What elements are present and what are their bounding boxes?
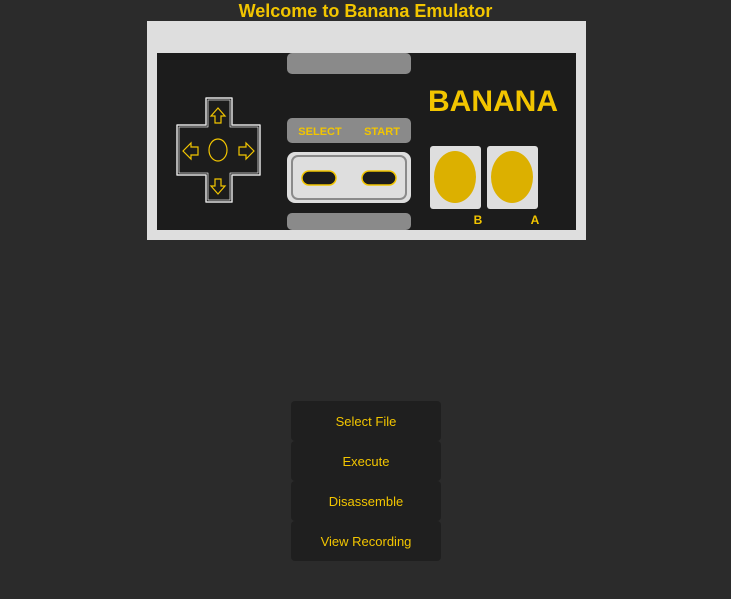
start-button xyxy=(361,170,397,186)
select-file-button[interactable]: Select File xyxy=(291,401,441,441)
execute-button[interactable]: Execute xyxy=(291,441,441,481)
b-label: B xyxy=(474,213,483,227)
bottom-grey-tab xyxy=(287,213,411,230)
page-title: Welcome to Banana Emulator xyxy=(238,1,493,21)
menu-buttons: Select File Execute Disassemble View Rec… xyxy=(291,401,441,561)
brand-logo: BANANA xyxy=(428,85,558,118)
select-button xyxy=(301,170,337,186)
start-label: START xyxy=(364,126,400,138)
view-recording-button[interactable]: View Recording xyxy=(291,521,441,561)
b-button xyxy=(434,151,476,203)
disassemble-button[interactable]: Disassemble xyxy=(291,481,441,521)
select-label: SELECT xyxy=(298,126,342,138)
controller-image: SELECT START BANANA B A xyxy=(147,21,586,240)
controller-graphic: SELECT START BANANA B A xyxy=(176,53,558,230)
a-button xyxy=(491,151,533,203)
a-label: A xyxy=(531,213,540,227)
top-grey-tab xyxy=(287,53,411,74)
dpad-icon xyxy=(176,97,261,203)
